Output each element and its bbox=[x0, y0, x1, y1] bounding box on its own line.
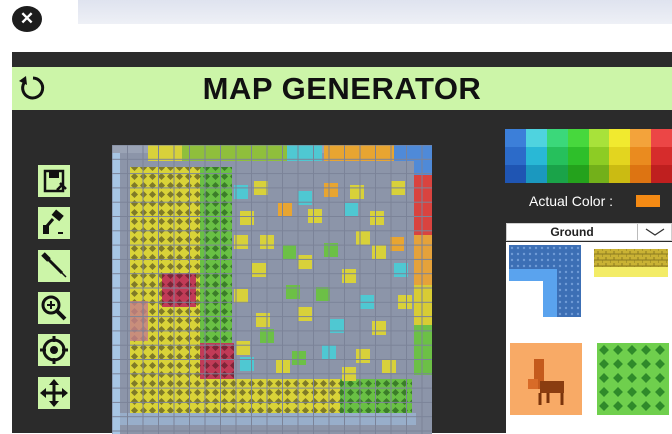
palette-swatch[interactable] bbox=[567, 165, 589, 183]
palette-swatch[interactable] bbox=[630, 147, 652, 165]
palette-swatch[interactable] bbox=[567, 129, 589, 147]
tile-blue-corner[interactable] bbox=[509, 245, 581, 317]
paint-tool-button[interactable] bbox=[38, 207, 70, 239]
refresh-icon bbox=[19, 76, 45, 100]
palette-swatch[interactable] bbox=[651, 147, 672, 165]
color-palette[interactable] bbox=[505, 129, 672, 183]
header-bar: MAP GENERATOR bbox=[12, 67, 672, 110]
chevron-down-icon[interactable] bbox=[637, 224, 672, 240]
move-tool-button[interactable] bbox=[38, 377, 70, 409]
palette-swatch[interactable] bbox=[651, 165, 672, 183]
target-tool-button[interactable] bbox=[38, 334, 70, 366]
top-bar-fade bbox=[78, 0, 672, 24]
palette-swatch[interactable] bbox=[546, 147, 568, 165]
map-canvas[interactable] bbox=[112, 145, 432, 434]
map-grid[interactable] bbox=[112, 145, 432, 434]
palette-swatch[interactable] bbox=[567, 147, 589, 165]
tile-chair[interactable] bbox=[510, 343, 582, 415]
move-arrows-icon bbox=[40, 379, 68, 407]
palette-swatch[interactable] bbox=[505, 129, 526, 147]
palette-swatch[interactable] bbox=[588, 147, 610, 165]
palette-swatch[interactable] bbox=[546, 129, 568, 147]
paint-roller-icon bbox=[43, 209, 64, 234]
tile-green-diamond[interactable] bbox=[597, 343, 669, 415]
map-generator-app: MAP GENERATOR Actual Color: Ground bbox=[12, 52, 672, 434]
palette-swatch[interactable] bbox=[630, 165, 652, 183]
palette-swatch[interactable] bbox=[505, 147, 526, 165]
layer-select[interactable]: Ground bbox=[506, 223, 672, 241]
map-grid-lines bbox=[112, 145, 432, 434]
save-tool-button[interactable] bbox=[38, 165, 70, 197]
layer-select-value: Ground bbox=[550, 225, 594, 239]
palette-swatch[interactable] bbox=[525, 165, 547, 183]
palette-swatch[interactable] bbox=[609, 165, 631, 183]
crosshair-icon bbox=[40, 336, 68, 364]
palette-swatch[interactable] bbox=[546, 165, 568, 183]
palette-swatch[interactable] bbox=[651, 129, 672, 147]
palette-swatch[interactable] bbox=[505, 165, 526, 183]
eyedropper-icon bbox=[41, 252, 67, 278]
palette-swatch[interactable] bbox=[588, 165, 610, 183]
close-button[interactable]: ✕ bbox=[12, 6, 42, 32]
refresh-button[interactable] bbox=[16, 71, 50, 105]
page-title: MAP GENERATOR bbox=[202, 71, 482, 106]
palette-swatch[interactable] bbox=[525, 147, 547, 165]
palette-swatch[interactable] bbox=[588, 129, 610, 147]
tile-library bbox=[506, 242, 672, 433]
actual-color-swatch bbox=[636, 195, 660, 207]
zoom-tool-button[interactable] bbox=[38, 292, 70, 324]
tile-yellow-brick[interactable] bbox=[594, 245, 668, 285]
save-icon bbox=[43, 169, 67, 193]
eyedropper-tool-button[interactable] bbox=[38, 250, 70, 282]
palette-swatch[interactable] bbox=[525, 129, 547, 147]
palette-swatch[interactable] bbox=[630, 129, 652, 147]
palette-swatch[interactable] bbox=[609, 129, 631, 147]
close-icon: ✕ bbox=[19, 9, 35, 28]
actual-color-label: Actual Color : bbox=[529, 193, 614, 209]
palette-swatch[interactable] bbox=[609, 147, 631, 165]
zoom-in-icon bbox=[41, 295, 67, 321]
browser-top-area: ✕ bbox=[0, 0, 672, 52]
